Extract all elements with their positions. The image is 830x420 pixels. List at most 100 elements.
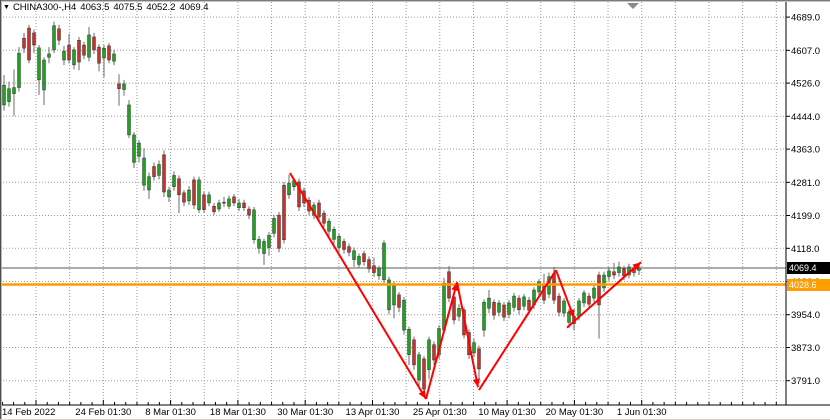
trend-line-1[interactable] (290, 173, 426, 399)
candle-down (503, 305, 506, 317)
candle-down (83, 45, 86, 55)
candle-down (193, 180, 196, 205)
candle-up (258, 239, 261, 248)
candle-down (58, 29, 61, 40)
candle-down (213, 206, 216, 212)
candle-up (103, 48, 106, 58)
candle-up (608, 271, 611, 277)
candle-down (623, 269, 626, 276)
price-axis-label: 4444.0 (791, 112, 820, 123)
candle-up (173, 175, 176, 186)
candle-up (208, 195, 211, 203)
date-axis-label: 18 Mar 01:30 (210, 407, 266, 418)
price-axis-label: 4199.0 (791, 211, 820, 222)
candle-down (233, 197, 236, 203)
candle-up (73, 50, 76, 65)
date-axis-label: 30 Mar 01:30 (277, 407, 333, 418)
ohlc-header: ▼CHINA300-,H44063.54075.54052.24069.4 (3, 2, 213, 13)
candle-up (48, 54, 51, 57)
candle-down (78, 40, 81, 62)
candle-up (113, 54, 116, 61)
candle-down (518, 298, 521, 310)
candle-up (593, 288, 596, 298)
candle-up (483, 302, 486, 330)
candle-down (323, 213, 326, 223)
candle-up (403, 300, 406, 330)
candle-up (38, 48, 41, 80)
price-axis-label: 4363.0 (791, 145, 820, 156)
candle-down (558, 296, 561, 312)
candle-down (368, 260, 371, 269)
candle-down (373, 266, 376, 273)
candle-down (93, 37, 96, 50)
candle-down (68, 45, 71, 60)
candle-down (588, 296, 591, 304)
candle-up (128, 105, 131, 135)
candle-down (223, 202, 226, 203)
candle-up (268, 235, 271, 247)
candle-down (348, 247, 351, 253)
low-value: 4052.2 (146, 2, 175, 13)
candle-down (398, 295, 401, 308)
candle-up (13, 88, 16, 94)
candle-down (203, 195, 206, 210)
close-value: 4069.4 (179, 2, 208, 13)
open-value: 4063.5 (80, 2, 109, 13)
candle-up (378, 269, 381, 276)
candle-up (458, 308, 461, 316)
candle-up (358, 256, 361, 264)
trend-arrowhead (473, 378, 480, 387)
candle-up (603, 275, 606, 288)
candle-up (198, 180, 201, 210)
candle-down (283, 185, 286, 240)
trend-line-3[interactable] (457, 282, 478, 387)
candle-down (478, 349, 481, 369)
candle-up (263, 241, 266, 253)
date-axis-label: 24 Feb 01:30 (75, 407, 131, 418)
candle-up (583, 293, 586, 303)
candle-up (383, 243, 386, 280)
chart-canvas[interactable]: 4689.04607.04526.04444.04363.04281.04199… (0, 0, 830, 420)
price-axis-label: 3791.0 (791, 376, 820, 387)
candle-up (488, 298, 491, 308)
horizontal-line-price-tag[interactable]: 4028.6 (787, 279, 830, 291)
chart-shift-marker-icon[interactable] (627, 3, 639, 9)
candle-up (338, 236, 341, 247)
candle-down (553, 274, 556, 300)
candle-up (158, 164, 161, 175)
candle-up (143, 158, 146, 185)
symbol-menu-icon[interactable]: ▼ (3, 4, 10, 11)
candle-up (138, 143, 141, 156)
candle-up (218, 203, 221, 209)
candle-up (53, 26, 56, 50)
candle-up (498, 303, 501, 312)
candle-down (243, 203, 246, 208)
candle-up (563, 301, 566, 313)
date-axis-label: 10 May 01:30 (478, 407, 536, 418)
candle-up (443, 283, 446, 330)
trend-line-4[interactable] (479, 270, 556, 390)
candle-up (578, 301, 581, 316)
price-axis-label: 4281.0 (791, 178, 820, 189)
candle-up (8, 89, 11, 102)
date-axis-label: 13 Apr 01:30 (346, 407, 400, 418)
candle-up (148, 177, 151, 190)
candle-down (248, 209, 251, 215)
candle-up (523, 297, 526, 306)
candle-up (3, 85, 6, 105)
candle-down (33, 33, 36, 45)
candle-down (433, 345, 436, 360)
date-axis-label: 25 Apr 01:30 (413, 407, 467, 418)
candle-down (153, 167, 156, 177)
left-border-inner (1, 2, 2, 419)
candle-up (253, 210, 256, 240)
candle-up (188, 190, 191, 201)
candle-down (343, 241, 346, 249)
candle-down (28, 28, 31, 60)
candle-down (493, 302, 496, 315)
candle-up (333, 229, 336, 239)
date-axis-label: 8 Mar 01:30 (145, 407, 196, 418)
candle-up (408, 329, 411, 355)
candle-down (183, 193, 186, 202)
candle-up (393, 285, 396, 305)
